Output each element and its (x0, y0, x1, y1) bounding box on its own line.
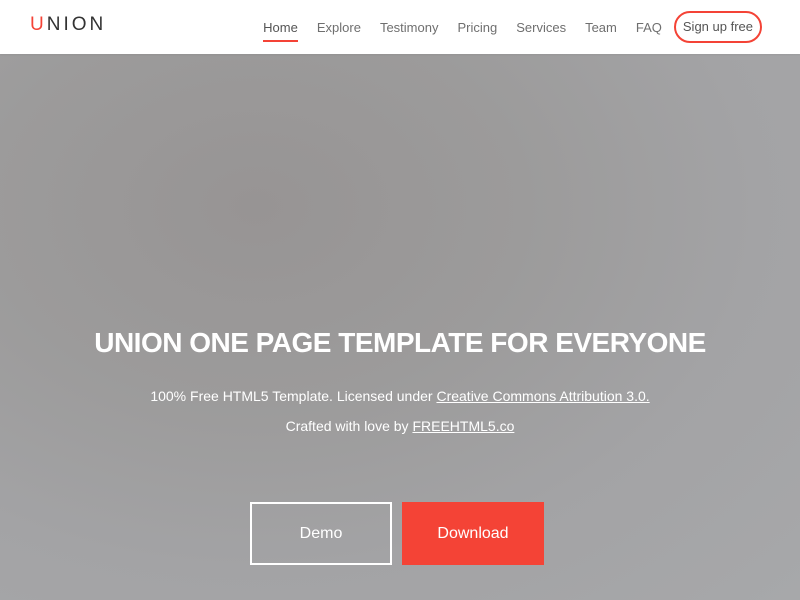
credit-text: Crafted with love by (285, 418, 413, 434)
top-navbar: UNION Home Explore Testimony Pricing Ser… (0, 0, 800, 54)
signup-button[interactable]: Sign up free (673, 11, 762, 43)
logo-accent-letter: U (30, 14, 47, 35)
demo-button[interactable]: Demo (250, 502, 392, 565)
logo-text: NION (46, 14, 107, 35)
nav-item-team[interactable]: Team (585, 20, 617, 35)
hero-credit: Crafted with love by FREEHTML5.co (0, 418, 800, 434)
nav-item-testimony[interactable]: Testimony (380, 20, 439, 35)
download-button[interactable]: Download (402, 502, 544, 565)
nav-item-explore[interactable]: Explore (317, 20, 361, 35)
logo[interactable]: UNION (30, 14, 106, 36)
hero-subtitle: 100% Free HTML5 Template. Licensed under… (0, 388, 800, 404)
nav-item-home[interactable]: Home (263, 20, 298, 42)
hero-title: UNION ONE PAGE TEMPLATE FOR EVERYONE (94, 327, 706, 358)
license-link[interactable]: Creative Commons Attribution 3.0. (436, 388, 649, 404)
nav-item-faq[interactable]: FAQ (636, 20, 662, 35)
license-text: 100% Free HTML5 Template. Licensed under (150, 388, 437, 404)
credit-link[interactable]: FREEHTML5.co (412, 418, 514, 434)
nav-item-pricing[interactable]: Pricing (457, 20, 497, 35)
nav-item-services[interactable]: Services (516, 20, 566, 35)
main-nav: Home Explore Testimony Pricing Services … (244, 0, 762, 54)
hero-section: UNION ONE PAGE TEMPLATE FOR EVERYONE 100… (0, 54, 800, 600)
